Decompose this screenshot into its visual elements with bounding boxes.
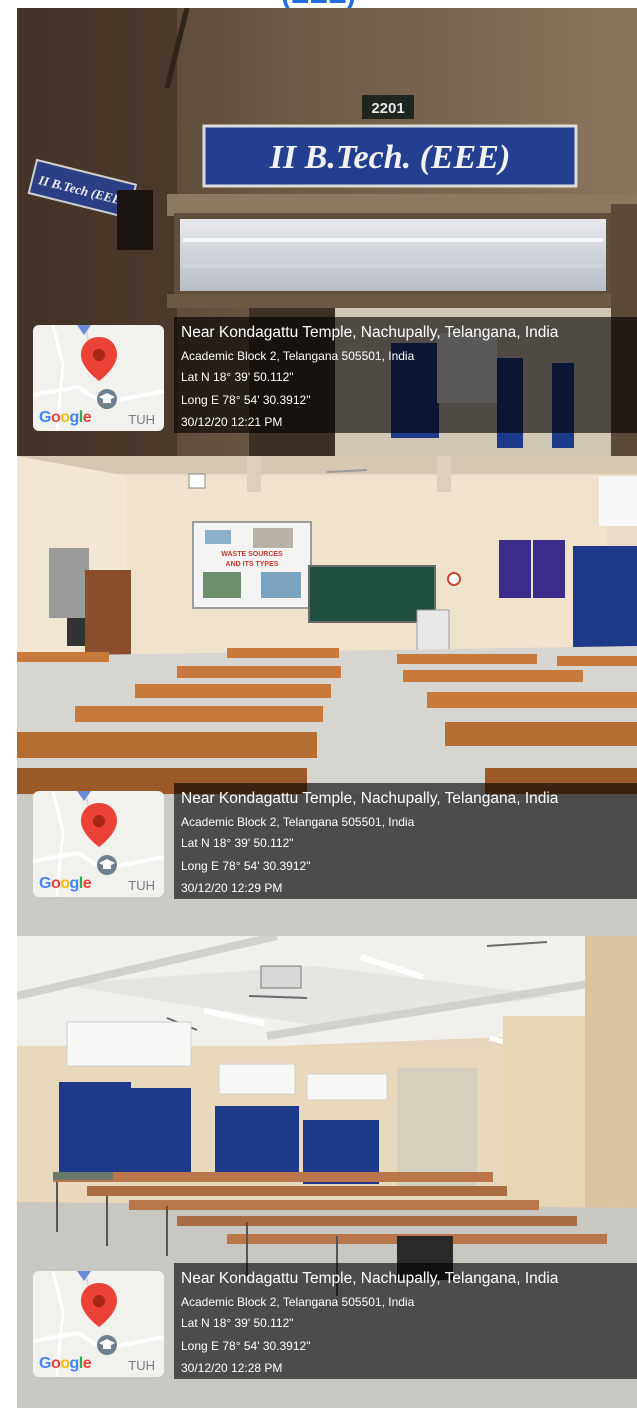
longitude: Long E 78° 54' 30.3912" — [181, 393, 311, 407]
geotag-overlay: Google TUH Near Kondagattu Temple, Nachu… — [17, 1263, 637, 1383]
room-number: 2201 — [371, 100, 404, 117]
map-thumbnail: Google TUH — [33, 791, 164, 897]
map-pin-icon — [81, 337, 117, 381]
map-thumbnail: Google TUH — [33, 1271, 164, 1377]
screen-line-2: AND ITS TYPES — [226, 561, 279, 568]
location-info: Near Kondagattu Temple, Nachupally, Tela… — [174, 1263, 637, 1379]
graduation-cap-icon — [97, 1335, 117, 1355]
photo-classroom-front: WASTE SOURCES AND ITS TYPES Google TUH N… — [17, 456, 637, 936]
timestamp: 30/12/20 12:21 PM — [181, 415, 283, 429]
place-name: Near Kondagattu Temple, Nachupally, Tela… — [181, 1270, 559, 1287]
google-logo: Google — [39, 409, 92, 426]
place-name: Near Kondagattu Temple, Nachupally, Tela… — [181, 790, 559, 807]
header-title: (EEE) — [0, 0, 637, 8]
geotag-overlay: Google TUH Near Kondagattu Temple, Nachu… — [17, 317, 637, 437]
longitude: Long E 78° 54' 30.3912" — [181, 859, 311, 873]
location-info: Near Kondagattu Temple, Nachupally, Tela… — [174, 783, 637, 899]
class-sign-text: II B.Tech. (EEE) — [269, 139, 511, 176]
blackboard — [308, 565, 436, 623]
curtain-right — [573, 546, 637, 654]
address: Academic Block 2, Telangana 505501, Indi… — [181, 815, 415, 829]
address: Academic Block 2, Telangana 505501, Indi… — [181, 349, 415, 363]
graduation-cap-icon — [97, 855, 117, 875]
timestamp: 30/12/20 12:28 PM — [181, 1361, 283, 1375]
google-logo: Google — [39, 875, 92, 892]
latitude: Lat N 18° 39' 50.112" — [181, 1316, 294, 1330]
latitude: Lat N 18° 39' 50.112" — [181, 370, 294, 384]
photo-classroom-door: 2201 II B.Tech. (EEE) II B.Tech (EEE) Go… — [17, 8, 637, 456]
map-pin-icon — [81, 1283, 117, 1327]
screen-line-1: WASTE SOURCES — [221, 551, 283, 558]
google-logo: Google — [39, 1355, 92, 1372]
page-header: (EEE) — [0, 0, 637, 8]
app-tag: TUH — [128, 1358, 155, 1373]
app-tag: TUH — [128, 412, 155, 427]
geotag-overlay: Google TUH Near Kondagattu Temple, Nachu… — [17, 783, 637, 903]
longitude: Long E 78° 54' 30.3912" — [181, 1339, 311, 1353]
address: Academic Block 2, Telangana 505501, Indi… — [181, 1295, 415, 1309]
timestamp: 30/12/20 12:29 PM — [181, 881, 283, 895]
map-pin-icon — [81, 803, 117, 847]
photo-classroom-back: Google TUH Near Kondagattu Temple, Nachu… — [17, 936, 637, 1408]
place-name: Near Kondagattu Temple, Nachupally, Tela… — [181, 324, 559, 341]
projector — [260, 965, 302, 989]
wall-clock — [447, 572, 461, 586]
app-tag: TUH — [128, 878, 155, 893]
location-info: Near Kondagattu Temple, Nachupally, Tela… — [174, 317, 637, 433]
graduation-cap-icon — [97, 389, 117, 409]
map-thumbnail: Google TUH — [33, 325, 164, 431]
latitude: Lat N 18° 39' 50.112" — [181, 836, 294, 850]
